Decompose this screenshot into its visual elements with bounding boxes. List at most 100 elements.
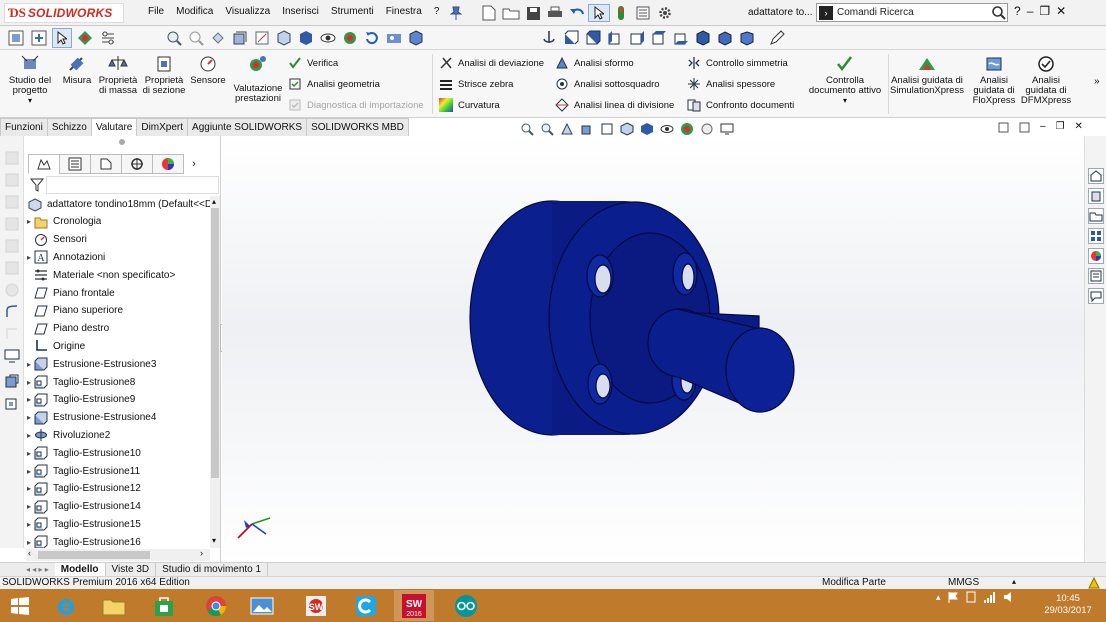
menu-finestra[interactable]: Finestra [386, 6, 422, 17]
unit-system-selector[interactable]: MMGS [948, 577, 979, 588]
close-button[interactable]: ✕ [1056, 4, 1066, 18]
minimize-doc-button[interactable]: – [1040, 122, 1046, 133]
sketch-tool-icon[interactable] [4, 282, 20, 298]
tree-item[interactable]: ▸ Taglio-Estrusione9 [24, 391, 210, 409]
hide-show-items-icon[interactable] [658, 121, 675, 137]
section-view-icon[interactable] [578, 121, 595, 137]
hide-show-icon[interactable] [320, 30, 336, 46]
tree-hscroll-thumb[interactable] [38, 551, 150, 559]
apply-scene-icon[interactable] [698, 121, 715, 137]
rotate-view-icon[interactable] [364, 30, 380, 46]
floxpress-button[interactable]: Analisi guidata di FloXpress [968, 54, 1020, 106]
display-manager-tab-icon[interactable] [152, 154, 184, 174]
tree-item[interactable]: ▸ Estrusione-Estrusione3 [24, 355, 210, 373]
tree-item[interactable]: Origine [24, 338, 210, 356]
tab-dimxpert[interactable]: DimXpert [136, 118, 189, 136]
tree-item[interactable]: Piano destro [24, 320, 210, 338]
rebuild-status-icon[interactable] [1088, 577, 1100, 589]
curvature-button[interactable]: Curvatura [439, 98, 500, 112]
expand-arrow-icon[interactable]: ▸ [24, 467, 34, 476]
tree-item[interactable]: ▸ Taglio-Estrusione12 [24, 480, 210, 498]
network-signal-icon[interactable] [983, 591, 997, 603]
view-settings-icon[interactable] [718, 121, 735, 137]
panel-tabs-more-icon[interactable]: › [183, 154, 205, 174]
solidworks-2016-icon[interactable]: SW 2016 [394, 590, 434, 621]
view-orientation-icon[interactable] [276, 30, 292, 46]
tree-filter-input[interactable] [46, 176, 219, 194]
sketch-tool-icon[interactable] [4, 150, 20, 166]
edit-appearance-icon[interactable] [342, 30, 358, 46]
section-properties-button[interactable]: Proprietà di sezione [142, 54, 186, 96]
deviation-analysis-button[interactable]: Analisi di deviazione [439, 56, 544, 70]
expand-arrow-icon[interactable]: ▸ [24, 538, 34, 547]
internet-explorer-icon[interactable] [46, 590, 86, 621]
sketch-tool-icon[interactable] [4, 326, 20, 342]
tab-scroll-arrows[interactable]: ◂ ◂ ▸ ▸ [26, 565, 49, 574]
tree-item[interactable]: ▸ Taglio-Estrusione10 [24, 444, 210, 462]
dimetric-view-icon[interactable] [738, 29, 756, 47]
scroll-right-icon[interactable]: › [200, 548, 203, 558]
filter-icon[interactable] [30, 178, 44, 192]
menu-strumenti[interactable]: Strumenti [331, 6, 374, 17]
tab-valutare[interactable]: Valutare [90, 118, 138, 136]
rebuild-icon[interactable] [610, 4, 632, 22]
design-study-button[interactable]: Studio del progetto ▾ [4, 54, 56, 106]
parting-line-analysis-button[interactable]: Analisi linea di divisione [555, 98, 674, 112]
tree-item[interactable]: ▸ Taglio-Estrusione11 [24, 462, 210, 480]
file-properties-icon[interactable] [632, 4, 654, 22]
tab-aggiunte-solidworks[interactable]: Aggiunte SOLIDWORKS [187, 118, 308, 136]
restore-button[interactable]: ❐ [1039, 4, 1050, 18]
save-icon[interactable] [522, 4, 544, 22]
tab-studio-movimento[interactable]: Studio di movimento 1 [156, 563, 269, 576]
tab-solidworks-mbd[interactable]: SOLIDWORKS MBD [306, 118, 409, 136]
forum-icon[interactable] [1088, 288, 1104, 304]
rebuild-toolbar-icon[interactable] [29, 28, 49, 48]
previous-view-icon[interactable] [558, 121, 575, 137]
chrome-icon[interactable] [196, 590, 236, 621]
scene-icon[interactable] [386, 30, 402, 46]
zoom-area-icon[interactable] [538, 121, 555, 137]
check-active-document-button[interactable]: Controlla documento attivo ▾ [806, 54, 884, 106]
measure-button[interactable]: Misura [60, 54, 94, 86]
select-tool-icon[interactable] [52, 28, 72, 48]
tree-item[interactable]: ▸ Estrusione-Estrusione4 [24, 409, 210, 427]
trimetric-view-icon[interactable] [716, 29, 734, 47]
tray-flag-icon[interactable] [947, 591, 959, 603]
menu-modifica[interactable]: Modifica [176, 6, 213, 17]
geometry-analysis-button[interactable]: Analisi geometria [288, 77, 380, 91]
tree-item[interactable]: ▸ Taglio-Estrusione8 [24, 373, 210, 391]
expand-arrow-icon[interactable]: ▸ [24, 360, 34, 369]
close-doc-button[interactable]: ✕ [1075, 122, 1083, 133]
tree-item[interactable]: ▸ Taglio-Estrusione14 [24, 498, 210, 516]
design-library-icon[interactable] [1088, 188, 1104, 204]
open-folder-icon[interactable] [500, 4, 522, 22]
dimxpert-manager-tab-icon[interactable] [121, 154, 153, 174]
back-view-icon[interactable] [584, 29, 602, 47]
expand-arrow-icon[interactable]: ▸ [24, 449, 34, 458]
undercut-analysis-button[interactable]: Analisi sottosquadro [555, 77, 660, 91]
menu-visualizza[interactable]: Visualizza [225, 6, 270, 17]
unit-dropdown-icon[interactable]: ▴ [1012, 577, 1016, 586]
front-view-icon[interactable] [562, 29, 580, 47]
dfmxpress-button[interactable]: Analisi guidata di DFMXpress [1020, 54, 1072, 106]
store-icon[interactable] [144, 590, 184, 621]
menu-help[interactable]: ? [434, 6, 440, 17]
tab-funzioni[interactable]: Funzioni [0, 118, 48, 136]
restore-doc-button[interactable]: ❐ [1056, 122, 1065, 133]
tray-expand-icon[interactable]: ▴ [936, 592, 941, 603]
expand-arrow-icon[interactable]: ▸ [24, 378, 34, 387]
check-button[interactable]: Verifica [288, 56, 338, 70]
part-model-3d[interactable] [222, 136, 1084, 562]
solidworks-logo[interactable]: ƊS SOLIDWORKS [4, 3, 124, 23]
pin-icon[interactable] [450, 6, 462, 20]
view-orientation-icon[interactable] [618, 121, 635, 137]
top-view-icon[interactable] [650, 29, 668, 47]
bottom-view-icon[interactable] [672, 29, 690, 47]
undo-icon[interactable] [566, 4, 588, 22]
photos-icon[interactable] [242, 590, 282, 621]
expand-arrow-icon[interactable]: ▸ [24, 431, 34, 440]
expand-arrow-icon[interactable]: ▸ [24, 413, 34, 422]
view-palette-icon[interactable] [1088, 228, 1104, 244]
draft-analysis-button[interactable]: Analisi sformo [555, 56, 634, 70]
expand-arrow-icon[interactable]: ▸ [24, 520, 34, 529]
